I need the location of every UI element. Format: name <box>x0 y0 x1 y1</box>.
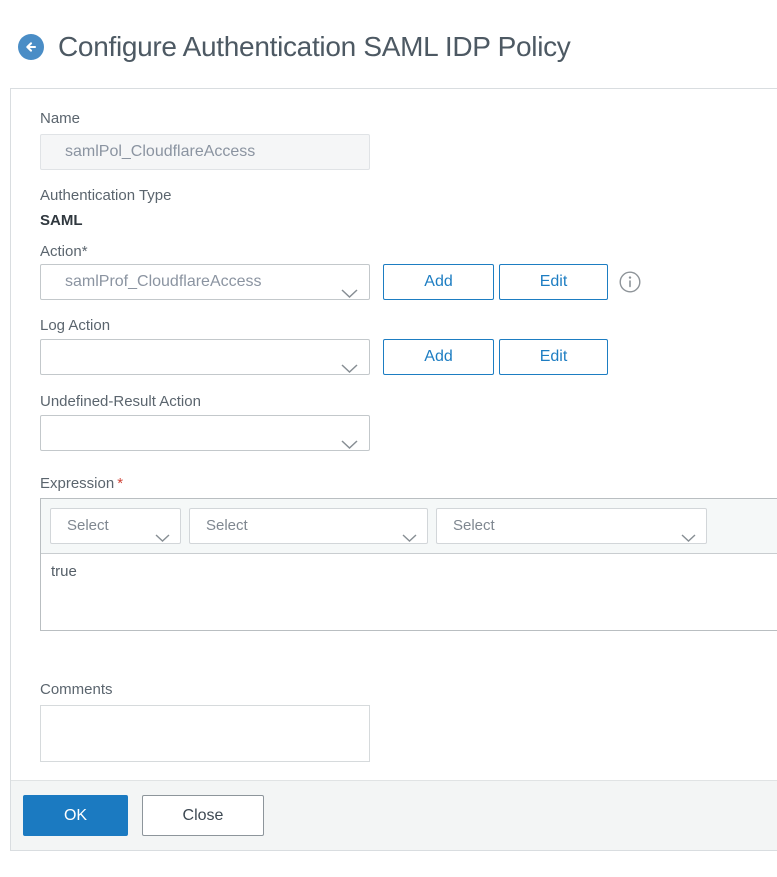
chevron-down-icon <box>155 522 170 556</box>
expression-operator-select-1[interactable]: Select <box>50 508 181 544</box>
required-asterisk: * <box>117 475 124 492</box>
action-edit-button[interactable]: Edit <box>499 264 608 300</box>
expression-editor[interactable]: true <box>41 554 777 630</box>
action-add-button[interactable]: Add <box>383 264 494 300</box>
undefined-result-action-label: Undefined-Result Action <box>40 393 201 410</box>
chevron-down-icon <box>341 353 358 374</box>
comments-label: Comments <box>40 681 113 698</box>
action-select-value: samlProf_CloudflareAccess <box>65 273 262 290</box>
expression-operator-select-2[interactable]: Select <box>189 508 428 544</box>
form-panel: Name samlPol_CloudflareAccess Authentica… <box>10 88 777 851</box>
ok-button[interactable]: OK <box>23 795 128 836</box>
back-button[interactable] <box>18 34 44 60</box>
authentication-type-label: Authentication Type <box>40 187 172 204</box>
expression-operator-select-3[interactable]: Select <box>436 508 707 544</box>
undefined-result-action-select[interactable] <box>40 415 370 451</box>
comments-textarea[interactable] <box>40 705 370 762</box>
arrow-left-icon <box>23 39 39 55</box>
page-header: Configure Authentication SAML IDP Policy <box>0 0 777 88</box>
log-action-label: Log Action <box>40 317 111 334</box>
expression-builder: Select Select Select true <box>40 498 777 631</box>
name-label: Name <box>40 110 81 127</box>
chevron-down-icon <box>402 522 417 556</box>
action-label: Action* <box>40 243 88 260</box>
chevron-down-icon <box>341 429 358 450</box>
page-title: Configure Authentication SAML IDP Policy <box>58 31 571 62</box>
action-select[interactable]: samlProf_CloudflareAccess <box>40 264 370 300</box>
chevron-down-icon <box>681 522 696 556</box>
log-action-add-button[interactable]: Add <box>383 339 494 375</box>
name-field: samlPol_CloudflareAccess <box>40 134 370 170</box>
form-footer: OK Close <box>11 780 777 850</box>
expression-toolbar: Select Select Select <box>41 499 777 554</box>
authentication-type-value: SAML <box>40 212 83 229</box>
chevron-down-icon <box>341 278 358 299</box>
log-action-select[interactable] <box>40 339 370 375</box>
info-icon[interactable] <box>619 271 641 293</box>
expression-label: Expression * <box>40 475 124 492</box>
log-action-edit-button[interactable]: Edit <box>499 339 608 375</box>
close-button[interactable]: Close <box>142 795 264 836</box>
